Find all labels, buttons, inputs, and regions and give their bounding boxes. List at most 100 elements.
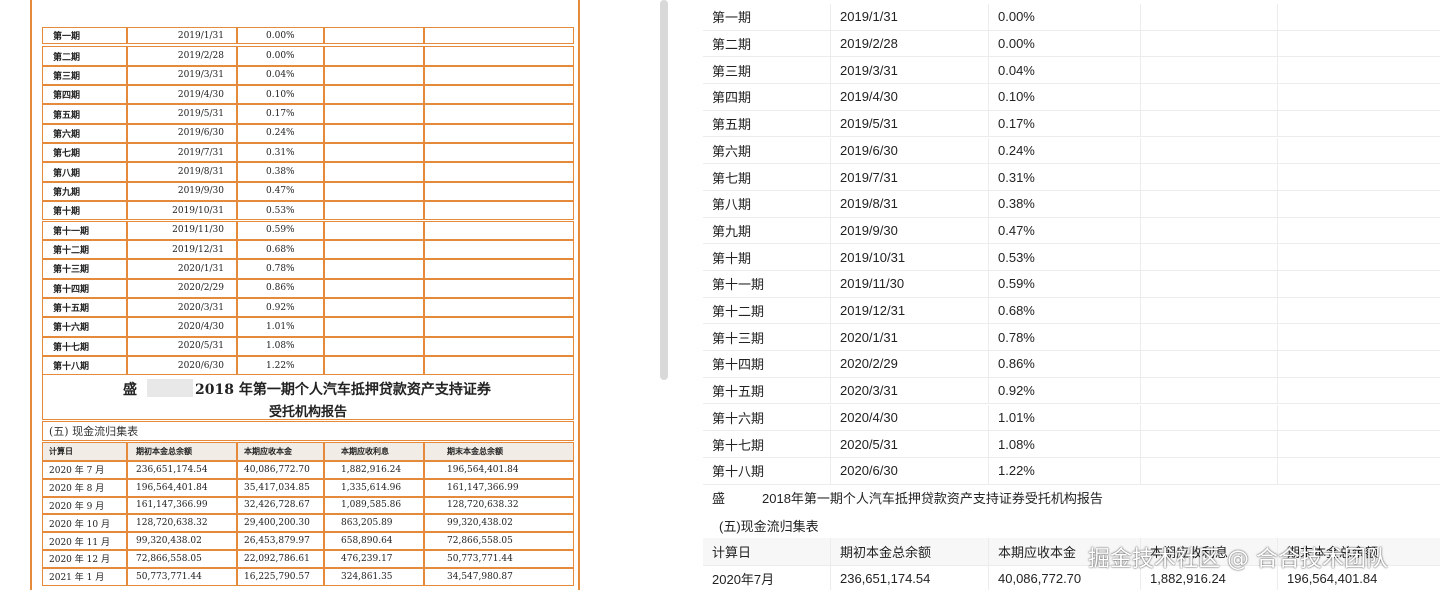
period-rate-cell: 0.59% bbox=[237, 220, 324, 240]
watermark-text: 掘金技术社区 @ 合合技术团队 bbox=[1088, 547, 1388, 572]
scan-period-row: 第十二期 2019/12/31 0.68% bbox=[32, 239, 578, 260]
empty-cell bbox=[324, 85, 424, 105]
period-rate-cell: 0.53% bbox=[237, 201, 324, 221]
period-name-cell: 第十五期 bbox=[712, 384, 765, 400]
period-rate-cell: 0.38% bbox=[237, 162, 324, 182]
period-rate-cell: 0.17% bbox=[237, 104, 324, 124]
empty-cell bbox=[424, 220, 574, 240]
scan-flow-row: 2020 年 12 月 72,866,558.05 22,092,786.61 476… bbox=[32, 550, 578, 568]
empty-cell bbox=[1277, 217, 1440, 244]
empty-cell bbox=[324, 104, 424, 124]
scan-report-title: 盛 2018 年第一期个人汽车抵押贷款资产支持证券 受托机构报告 bbox=[42, 374, 574, 420]
period-name-cell: 第三期 bbox=[712, 63, 752, 79]
period-name-cell: 第五期 bbox=[712, 117, 752, 133]
scan-period-row: 第一期 2019/1/31 0.00% bbox=[32, 27, 578, 44]
empty-cell bbox=[424, 355, 574, 376]
empty-cell bbox=[324, 259, 424, 279]
period-rate-cell: 0.00% bbox=[988, 30, 1140, 57]
period-rate-cell: 0.86% bbox=[237, 278, 324, 298]
panel-scrollbar[interactable] bbox=[660, 0, 668, 380]
period-date-cell: 2019/8/31 bbox=[127, 162, 237, 182]
period-name-cell: 第九期 bbox=[42, 181, 127, 202]
empty-cell bbox=[1140, 271, 1277, 297]
header-cell: 计算日 bbox=[42, 442, 127, 461]
scan-section-heading: (五) 现金流归集表 bbox=[42, 421, 574, 441]
table-cell: 50,773,771.44 bbox=[127, 567, 237, 586]
period-name-cell: 第十四期 bbox=[42, 278, 127, 298]
scan-period-row: 第七期 2019/7/31 0.31% bbox=[32, 143, 578, 163]
period-date-cell: 2019/12/31 bbox=[830, 297, 988, 324]
empty-cell bbox=[424, 181, 574, 202]
empty-cell bbox=[1277, 351, 1440, 377]
period-name-cell: 第三期 bbox=[42, 65, 127, 86]
empty-cell bbox=[324, 46, 424, 66]
scan-period-row: 第十六期 2020/4/30 1.01% bbox=[32, 317, 578, 337]
scan-period-row: 第十八期 2020/6/30 1.22% bbox=[32, 355, 578, 376]
empty-cell bbox=[1277, 30, 1440, 57]
empty-cell bbox=[1140, 217, 1277, 244]
table-cell: 32,426,728.67 bbox=[237, 496, 324, 515]
period-date-cell: 2019/4/30 bbox=[830, 84, 988, 110]
scan-period-row: 第十一期 2019/11/30 0.59% bbox=[32, 220, 578, 240]
period-name-cell: 第十期 bbox=[42, 201, 127, 221]
parsed-period-row: 第六期 2019/6/30 0.24% bbox=[703, 137, 1440, 165]
header-cell: 期初本金总余额 bbox=[830, 538, 988, 565]
period-rate-cell: 0.53% bbox=[988, 244, 1140, 270]
table-cell: 2020 年 8 月 bbox=[42, 478, 127, 497]
period-date-cell: 2020/1/31 bbox=[830, 324, 988, 351]
empty-cell bbox=[324, 123, 424, 144]
empty-cell bbox=[324, 220, 424, 240]
period-rate-cell: 0.68% bbox=[988, 297, 1140, 324]
empty-cell bbox=[324, 162, 424, 182]
period-name-cell: 第九期 bbox=[712, 223, 752, 239]
period-rate-cell: 0.47% bbox=[237, 181, 324, 202]
period-rate-cell: 0.92% bbox=[988, 377, 1140, 404]
parsed-period-row: 第十一期 2019/11/30 0.59% bbox=[703, 271, 1440, 298]
table-cell: 161,147,366.99 bbox=[127, 496, 237, 515]
period-date-cell: 2019/3/31 bbox=[830, 57, 988, 84]
scan-flow-row: 2021 年 1 月 50,773,771.44 16,225,790.57 324,… bbox=[32, 567, 578, 586]
empty-cell bbox=[324, 297, 424, 318]
empty-cell bbox=[424, 201, 574, 221]
scan-period-row: 第十三期 2020/1/31 0.78% bbox=[32, 259, 578, 279]
period-rate-cell: 0.31% bbox=[988, 164, 1140, 190]
table-cell: 1,089,585.86 bbox=[324, 496, 424, 515]
empty-cell bbox=[1277, 377, 1440, 404]
scan-period-row: 第四期 2019/4/30 0.10% bbox=[32, 85, 578, 105]
scanned-document-panel: 第一期 2019/1/31 0.00% 第二期 2019/2/28 0.00% 第三期 201… bbox=[0, 0, 590, 590]
period-date-cell: 2020/3/31 bbox=[830, 377, 988, 404]
period-name-cell: 第十七期 bbox=[712, 437, 765, 453]
period-date-cell: 2019/10/31 bbox=[830, 244, 988, 270]
parsed-period-row: 第十七期 2020/5/31 1.08% bbox=[703, 431, 1440, 458]
period-date-cell: 2019/1/31 bbox=[830, 4, 988, 30]
parsed-period-row: 第十六期 2020/4/30 1.01% bbox=[703, 404, 1440, 432]
period-name-cell: 第四期 bbox=[712, 90, 752, 106]
table-cell: 72,866,558.05 bbox=[424, 532, 574, 550]
empty-cell bbox=[1277, 4, 1440, 30]
empty-cell bbox=[1277, 244, 1440, 270]
table-cell: 35,417,034.85 bbox=[237, 478, 324, 497]
scan-period-row: 第十五期 2020/3/31 0.92% bbox=[32, 297, 578, 318]
parsed-period-row: 第三期 2019/3/31 0.04% bbox=[703, 57, 1440, 85]
empty-cell bbox=[1140, 351, 1277, 377]
scan-period-row: 第十期 2019/10/31 0.53% bbox=[32, 201, 578, 221]
period-rate-cell: 0.00% bbox=[237, 27, 324, 44]
table-cell: 236,651,174.54 bbox=[127, 461, 237, 479]
table-cell: 128,720,638.32 bbox=[127, 514, 237, 533]
empty-cell bbox=[1277, 57, 1440, 84]
scan-period-row: 第六期 2019/6/30 0.24% bbox=[32, 123, 578, 144]
period-name-cell: 第八期 bbox=[712, 197, 752, 213]
empty-cell bbox=[1140, 244, 1277, 270]
period-rate-cell: 0.31% bbox=[237, 143, 324, 163]
table-cell: 863,205.89 bbox=[324, 514, 424, 533]
parsed-table-panel: 第一期 2019/1/31 0.00% 第二期 2019/2/28 0.00% 第三期 201… bbox=[703, 0, 1440, 590]
scan-flow-row: 2020 年 9 月 161,147,366.99 32,426,728.67 1,0… bbox=[32, 496, 578, 515]
table-cell: 324,861.35 bbox=[324, 567, 424, 586]
period-name-cell: 第十一期 bbox=[712, 277, 765, 293]
empty-cell bbox=[424, 259, 574, 279]
period-name-cell: 第十四期 bbox=[712, 357, 765, 373]
period-rate-cell: 1.22% bbox=[237, 355, 324, 376]
period-date-cell: 2020/2/29 bbox=[830, 351, 988, 377]
table-cell: 72,866,558.05 bbox=[127, 550, 237, 568]
period-rate-cell: 1.22% bbox=[988, 457, 1140, 484]
